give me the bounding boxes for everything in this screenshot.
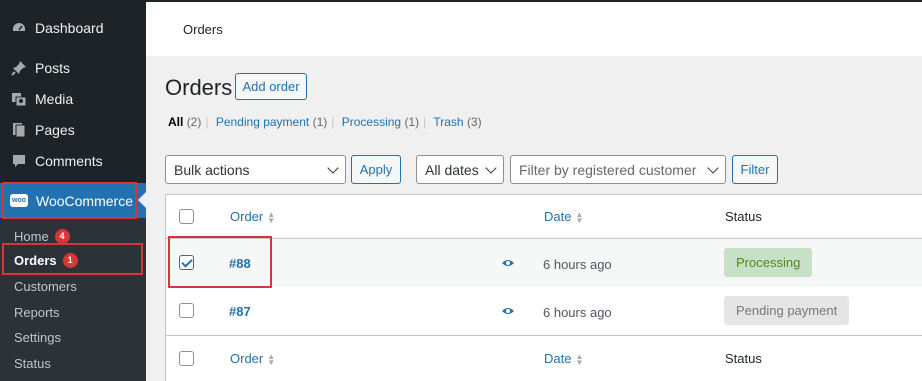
- media-icon: [11, 91, 27, 107]
- orders-table: Order ▲ ▼ Date ▲ ▼ Status #88 6 hours ago Pr…: [165, 194, 922, 381]
- filter-link-trash[interactable]: Trash: [433, 115, 463, 129]
- filter-count: (1): [312, 115, 328, 129]
- sort-icon: ▲ ▼: [267, 209, 276, 225]
- row-checkbox[interactable]: [179, 255, 194, 270]
- woocommerce-logo-icon: woo: [10, 194, 28, 207]
- table-header-row: Order ▲ ▼ Date ▲ ▼ Status: [166, 195, 922, 239]
- filter-link-pending-payment[interactable]: Pending payment: [216, 115, 309, 129]
- admin-sidebar: Dashboard Posts Media Pages Comments woo…: [0, 0, 146, 381]
- submenu-item-customers[interactable]: Customers: [14, 276, 77, 296]
- submenu-item-label: Reports: [14, 304, 60, 320]
- column-footer-date[interactable]: Date ▲ ▼: [544, 351, 583, 366]
- order-date: 6 hours ago: [543, 257, 612, 272]
- menu-item-label: Pages: [35, 122, 75, 138]
- chevron-down-icon: [327, 162, 339, 174]
- bulk-actions-select[interactable]: Bulk actions: [165, 155, 346, 184]
- order-link[interactable]: #87: [229, 304, 251, 319]
- notification-count-badge: 4: [54, 228, 70, 244]
- column-header-order[interactable]: Order ▲ ▼: [230, 209, 275, 224]
- submenu-item-settings[interactable]: Settings: [14, 327, 61, 347]
- apply-button[interactable]: Apply: [351, 155, 401, 184]
- table-row[interactable]: #88 6 hours ago Processing: [166, 239, 922, 287]
- column-footer-status: Status: [725, 351, 762, 366]
- menu-item-label: Dashboard: [35, 20, 104, 36]
- submenu-item-label: Orders: [14, 252, 57, 268]
- filter-count: (3): [466, 115, 482, 129]
- status-filter-links: All (2) | Pending payment (1) | Processing…: [168, 115, 482, 129]
- menu-item-label: Comments: [35, 153, 103, 169]
- row-checkbox[interactable]: [179, 303, 194, 318]
- chevron-down-icon: [707, 162, 719, 174]
- filter-link-processing[interactable]: Processing: [342, 115, 401, 129]
- menu-item-label: Posts: [35, 60, 71, 76]
- pages-icon: [11, 122, 27, 138]
- dashboard-icon: [11, 20, 27, 36]
- chevron-down-icon: [485, 162, 497, 174]
- add-order-button[interactable]: Add order: [235, 73, 307, 100]
- customer-filter-select[interactable]: Filter by registered customer: [510, 155, 726, 184]
- menu-item-label: WooCommerce: [36, 192, 133, 209]
- select-all-checkbox[interactable]: [179, 351, 194, 366]
- submenu-item-orders[interactable]: Orders 1: [14, 250, 78, 270]
- column-header-date[interactable]: Date ▲ ▼: [544, 209, 583, 224]
- filter-link-all[interactable]: All: [168, 115, 183, 129]
- order-link[interactable]: #88: [229, 256, 251, 271]
- menu-item-posts[interactable]: Posts: [0, 54, 146, 82]
- filter-button[interactable]: Filter: [732, 155, 778, 184]
- preview-eye-icon[interactable]: [501, 304, 515, 318]
- submenu-item-status[interactable]: Status: [14, 353, 51, 373]
- menu-item-woocommerce[interactable]: woo WooCommerce: [0, 183, 146, 218]
- column-footer-order[interactable]: Order ▲ ▼: [230, 351, 275, 366]
- page-title: Orders: [165, 75, 233, 100]
- table-footer-row: Order ▲ ▼ Date ▲ ▼ Status: [166, 335, 922, 381]
- submenu-item-label: Home: [14, 228, 49, 244]
- customer-filter-placeholder: Filter by registered customer: [519, 161, 697, 178]
- submenu-item-home[interactable]: Home 4: [14, 226, 70, 246]
- filter-count: (1): [404, 115, 420, 129]
- current-menu-arrow-icon: [138, 192, 146, 208]
- order-date: 6 hours ago: [543, 305, 612, 320]
- menu-item-pages[interactable]: Pages: [0, 116, 146, 144]
- woocommerce-submenu: Home 4 Orders 1 Customers Reports Settin…: [0, 218, 146, 381]
- column-header-status: Status: [725, 209, 762, 224]
- dates-select[interactable]: All dates: [416, 155, 504, 184]
- comment-icon: [11, 153, 27, 169]
- dates-value: All dates: [425, 161, 479, 178]
- status-badge: Pending payment: [724, 296, 850, 325]
- preview-eye-icon[interactable]: [501, 256, 515, 270]
- page-header-bar: Orders: [146, 0, 922, 56]
- menu-item-comments[interactable]: Comments: [0, 147, 146, 175]
- submenu-item-label: Settings: [14, 329, 61, 345]
- sort-icon: ▲ ▼: [267, 351, 276, 367]
- select-all-checkbox[interactable]: [179, 209, 194, 224]
- submenu-item-reports[interactable]: Reports: [14, 302, 60, 322]
- pin-icon: [11, 60, 27, 76]
- sort-icon: ▲ ▼: [575, 351, 584, 367]
- sort-icon: ▲ ▼: [575, 209, 584, 225]
- status-badge: Processing: [724, 248, 813, 277]
- filter-count: (2): [186, 115, 202, 129]
- table-row[interactable]: #87 6 hours ago Pending payment: [166, 287, 922, 335]
- submenu-item-label: Status: [14, 355, 51, 371]
- bulk-actions-value: Bulk actions: [174, 161, 250, 178]
- header-title: Orders: [183, 22, 223, 37]
- menu-item-dashboard[interactable]: Dashboard: [0, 14, 146, 42]
- menu-item-label: Media: [35, 91, 74, 107]
- menu-item-media[interactable]: Media: [0, 85, 146, 113]
- submenu-item-label: Customers: [14, 278, 77, 294]
- notification-count-badge: 1: [62, 252, 78, 268]
